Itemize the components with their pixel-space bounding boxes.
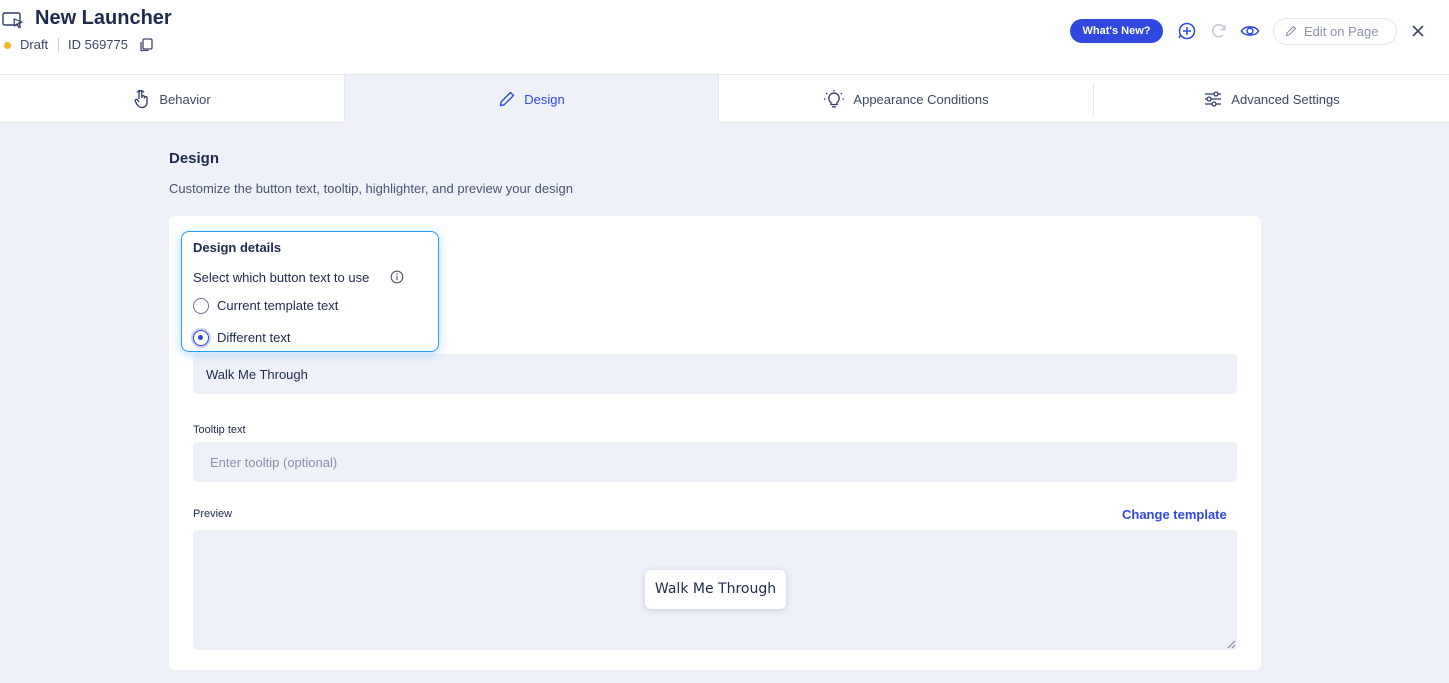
section-title: Design <box>169 150 220 167</box>
item-id: ID 569775 <box>68 37 128 52</box>
launcher-icon <box>2 12 23 29</box>
change-template-link[interactable]: Change template <box>1122 507 1227 522</box>
radio-different-text[interactable] <box>193 330 209 346</box>
section-subtitle: Customize the button text, tooltip, high… <box>169 181 573 196</box>
edit-on-page-label: Edit on Page <box>1304 24 1379 39</box>
tab-design-label: Design <box>524 91 565 107</box>
sliders-icon <box>1205 91 1222 107</box>
lightbulb-icon <box>824 90 845 108</box>
pencil-icon <box>1285 25 1297 37</box>
tooltip-label: Tooltip text <box>193 424 246 436</box>
hand-pointer-icon <box>134 89 148 109</box>
header: New Launcher Draft ID 569775 What's New?… <box>0 0 1449 75</box>
status-badge: Draft <box>20 37 49 52</box>
whats-new-button[interactable]: What's New? <box>1070 19 1163 43</box>
tab-advanced-settings[interactable]: Advanced Settings <box>1094 75 1449 123</box>
page-title: New Launcher <box>35 7 172 29</box>
info-icon[interactable] <box>390 270 404 284</box>
tab-behavior-label: Behavior <box>159 91 211 107</box>
button-text-question: Select which button text to use <box>193 270 370 285</box>
refresh-icon[interactable] <box>1209 21 1229 41</box>
pencil-icon <box>500 91 515 107</box>
preview-label: Preview <box>193 508 233 520</box>
tab-advanced-settings-label: Advanced Settings <box>1231 91 1340 107</box>
resize-handle-icon[interactable] <box>1227 640 1236 649</box>
edit-on-page-button[interactable]: Edit on Page <box>1273 18 1397 45</box>
add-circle-icon[interactable] <box>1177 21 1197 41</box>
tab-design[interactable]: Design <box>344 75 719 123</box>
tooltip-input[interactable] <box>193 442 1237 482</box>
radio-current-template-text[interactable] <box>193 298 209 314</box>
tab-appearance-conditions[interactable]: Appearance Conditions <box>719 75 1093 123</box>
button-text-input[interactable] <box>193 354 1237 394</box>
radio-different-text-label: Different text <box>217 330 291 345</box>
status-dot <box>4 42 11 49</box>
radio-current-template-label: Current template text <box>217 298 339 313</box>
tab-bar: Behavior Design Appearance Conditions Ad… <box>0 75 1449 123</box>
preview-launcher-button: Walk Me Through <box>645 570 786 609</box>
design-details-popover: Design details Select which button text … <box>181 231 439 352</box>
tab-appearance-conditions-label: Appearance Conditions <box>853 91 989 107</box>
divider <box>58 38 59 52</box>
close-icon[interactable] <box>1410 23 1426 39</box>
eye-icon[interactable] <box>1240 21 1260 41</box>
tab-behavior[interactable]: Behavior <box>0 75 344 123</box>
copy-icon[interactable] <box>139 38 153 52</box>
design-details-title: Design details <box>193 240 282 255</box>
